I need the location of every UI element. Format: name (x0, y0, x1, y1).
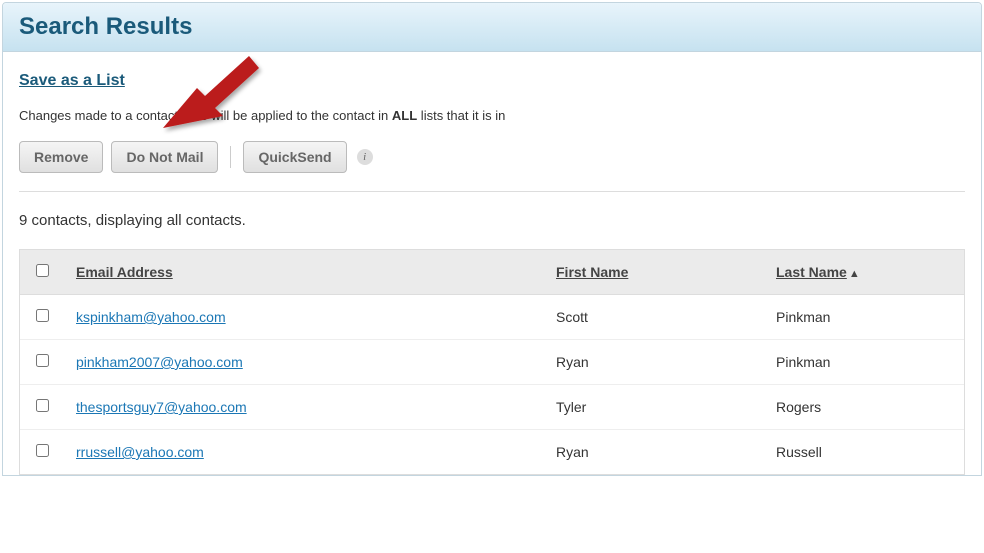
row-checkbox[interactable] (36, 354, 49, 367)
sort-asc-icon: ▲ (849, 268, 860, 280)
cell-email: rrussell@yahoo.com (64, 430, 544, 475)
select-all-checkbox[interactable] (36, 264, 49, 277)
page-title: Search Results (19, 13, 965, 41)
email-link[interactable]: pinkham2007@yahoo.com (76, 354, 243, 370)
info-suffix: lists that it is in (417, 108, 505, 123)
toolbar-separator (230, 146, 231, 168)
cell-last-name: Pinkman (764, 295, 964, 340)
panel-body: Save as a List Changes made to a contact… (3, 52, 981, 475)
action-toolbar: Remove Do Not Mail QuickSend i (19, 141, 965, 192)
panel-header: Search Results (3, 3, 981, 52)
table-row: pinkham2007@yahoo.com RyanPinkman (20, 340, 964, 385)
remove-button[interactable]: Remove (19, 141, 103, 173)
save-as-list-link[interactable]: Save as a List (19, 72, 125, 89)
row-checkbox[interactable] (36, 309, 49, 322)
cell-email: kspinkham@yahoo.com (64, 295, 544, 340)
cell-first-name: Tyler (544, 385, 764, 430)
contacts-table-wrap: Email Address First Name Last Name▲ kspi… (19, 249, 965, 475)
row-checkbox[interactable] (36, 399, 49, 412)
column-email[interactable]: Email Address (64, 250, 544, 295)
cell-last-name: Russell (764, 430, 964, 475)
select-all-header (20, 250, 64, 295)
cell-last-name: Rogers (764, 385, 964, 430)
applied-all-lists-note: Changes made to a contact here will be a… (19, 108, 965, 123)
quicksend-button[interactable]: QuickSend (243, 141, 346, 173)
table-row: kspinkham@yahoo.com ScottPinkman (20, 295, 964, 340)
cell-email: thesportsguy7@yahoo.com (64, 385, 544, 430)
info-prefix: Changes made to a contact here will be a… (19, 108, 392, 123)
cell-first-name: Ryan (544, 340, 764, 385)
info-icon[interactable]: i (357, 149, 373, 165)
email-link[interactable]: kspinkham@yahoo.com (76, 309, 226, 325)
cell-first-name: Ryan (544, 430, 764, 475)
search-results-panel: Search Results Save as a List Changes ma… (2, 2, 982, 476)
info-bold: ALL (392, 108, 417, 123)
results-summary: 9 contacts, displaying all contacts. (19, 212, 965, 229)
table-row: rrussell@yahoo.com RyanRussell (20, 430, 964, 475)
row-checkbox-cell (20, 340, 64, 385)
row-checkbox-cell (20, 430, 64, 475)
email-link[interactable]: rrussell@yahoo.com (76, 444, 204, 460)
column-last-name[interactable]: Last Name▲ (764, 250, 964, 295)
row-checkbox[interactable] (36, 444, 49, 457)
cell-first-name: Scott (544, 295, 764, 340)
row-checkbox-cell (20, 385, 64, 430)
cell-last-name: Pinkman (764, 340, 964, 385)
email-link[interactable]: thesportsguy7@yahoo.com (76, 399, 247, 415)
cell-email: pinkham2007@yahoo.com (64, 340, 544, 385)
annotation-arrow-icon (155, 56, 265, 146)
table-row: thesportsguy7@yahoo.com TylerRogers (20, 385, 964, 430)
table-header-row: Email Address First Name Last Name▲ (20, 250, 964, 295)
column-first-name[interactable]: First Name (544, 250, 764, 295)
row-checkbox-cell (20, 295, 64, 340)
do-not-mail-button[interactable]: Do Not Mail (111, 141, 218, 173)
contacts-table: Email Address First Name Last Name▲ kspi… (20, 250, 964, 474)
